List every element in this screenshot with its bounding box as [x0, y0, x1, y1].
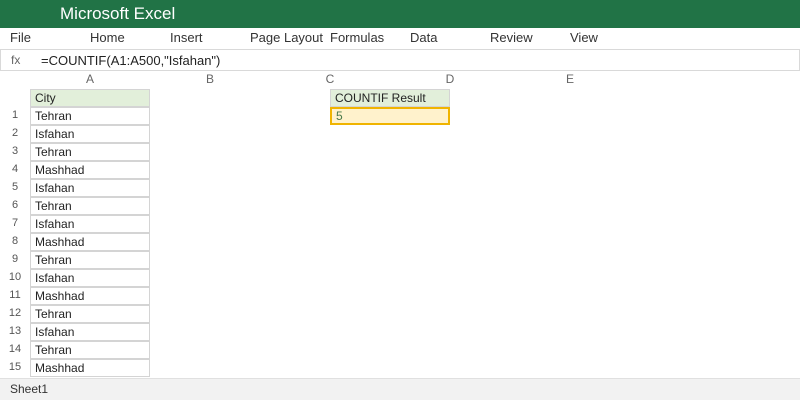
cell-a-row-11[interactable]: Mashhad	[30, 287, 150, 305]
row-header-14[interactable]: 14	[0, 343, 30, 355]
row-header-2[interactable]: 2	[0, 127, 30, 139]
row-header-9[interactable]: 9	[0, 253, 30, 265]
cell-a-header[interactable]: City	[30, 89, 150, 107]
title-bar: Microsoft Excel	[0, 0, 800, 28]
worksheet-grid: A B C D E City COUNTIF Result 5 1 2 3 4 …	[0, 71, 800, 378]
tab-data[interactable]: Data	[410, 30, 437, 45]
column-header-a[interactable]: A	[30, 72, 150, 86]
cell-a-row-5[interactable]: Isfahan	[30, 179, 150, 197]
cell-a-row-9[interactable]: Tehran	[30, 251, 150, 269]
cell-a-row-1[interactable]: Tehran	[30, 107, 150, 125]
cell-a-row-4[interactable]: Mashhad	[30, 161, 150, 179]
row-header-4[interactable]: 4	[0, 163, 30, 175]
formula-bar: fx	[0, 49, 800, 71]
cell-a-row-15[interactable]: Mashhad	[30, 359, 150, 377]
cell-a-row-8[interactable]: Mashhad	[30, 233, 150, 251]
cell-a-row-7[interactable]: Isfahan	[30, 215, 150, 233]
cell-a-row-3[interactable]: Tehran	[30, 143, 150, 161]
status-bar: Sheet1	[0, 378, 800, 400]
cell-a-row-2[interactable]: Isfahan	[30, 125, 150, 143]
cell-result-value[interactable]: 5	[330, 107, 450, 125]
column-header-e[interactable]: E	[510, 72, 630, 86]
row-header-8[interactable]: 8	[0, 235, 30, 247]
row-header-11[interactable]: 11	[0, 289, 30, 301]
column-header-d[interactable]: D	[390, 72, 510, 86]
tab-formulas[interactable]: Formulas	[330, 30, 384, 45]
tab-file[interactable]: File	[10, 30, 31, 45]
tab-view[interactable]: View	[570, 30, 598, 45]
sheet-tab[interactable]: Sheet1	[10, 382, 48, 396]
cell-a-row-12[interactable]: Tehran	[30, 305, 150, 323]
row-header-5[interactable]: 5	[0, 181, 30, 193]
cell-a-row-10[interactable]: Isfahan	[30, 269, 150, 287]
row-header-6[interactable]: 6	[0, 199, 30, 211]
cell-a-row-14[interactable]: Tehran	[30, 341, 150, 359]
column-header-b[interactable]: B	[150, 72, 270, 86]
row-header-13[interactable]: 13	[0, 325, 30, 337]
fx-icon[interactable]: fx	[11, 53, 20, 67]
row-header-15[interactable]: 15	[0, 361, 30, 373]
tab-insert[interactable]: Insert	[170, 30, 203, 45]
tab-review[interactable]: Review	[490, 30, 533, 45]
app-title: Microsoft Excel	[60, 4, 176, 23]
cell-a-row-13[interactable]: Isfahan	[30, 323, 150, 341]
tab-home[interactable]: Home	[90, 30, 125, 45]
column-header-c[interactable]: C	[270, 72, 390, 86]
row-header-7[interactable]: 7	[0, 217, 30, 229]
row-header-1[interactable]: 1	[0, 109, 30, 121]
row-header-12[interactable]: 12	[0, 307, 30, 319]
row-header-3[interactable]: 3	[0, 145, 30, 157]
cell-result-header[interactable]: COUNTIF Result	[330, 89, 450, 107]
ribbon-tabs: File Home Insert Page Layout Formulas Da…	[0, 28, 800, 48]
cell-a-row-6[interactable]: Tehran	[30, 197, 150, 215]
formula-input[interactable]	[41, 51, 781, 69]
tab-page-layout[interactable]: Page Layout	[250, 30, 323, 45]
row-header-10[interactable]: 10	[0, 271, 30, 283]
